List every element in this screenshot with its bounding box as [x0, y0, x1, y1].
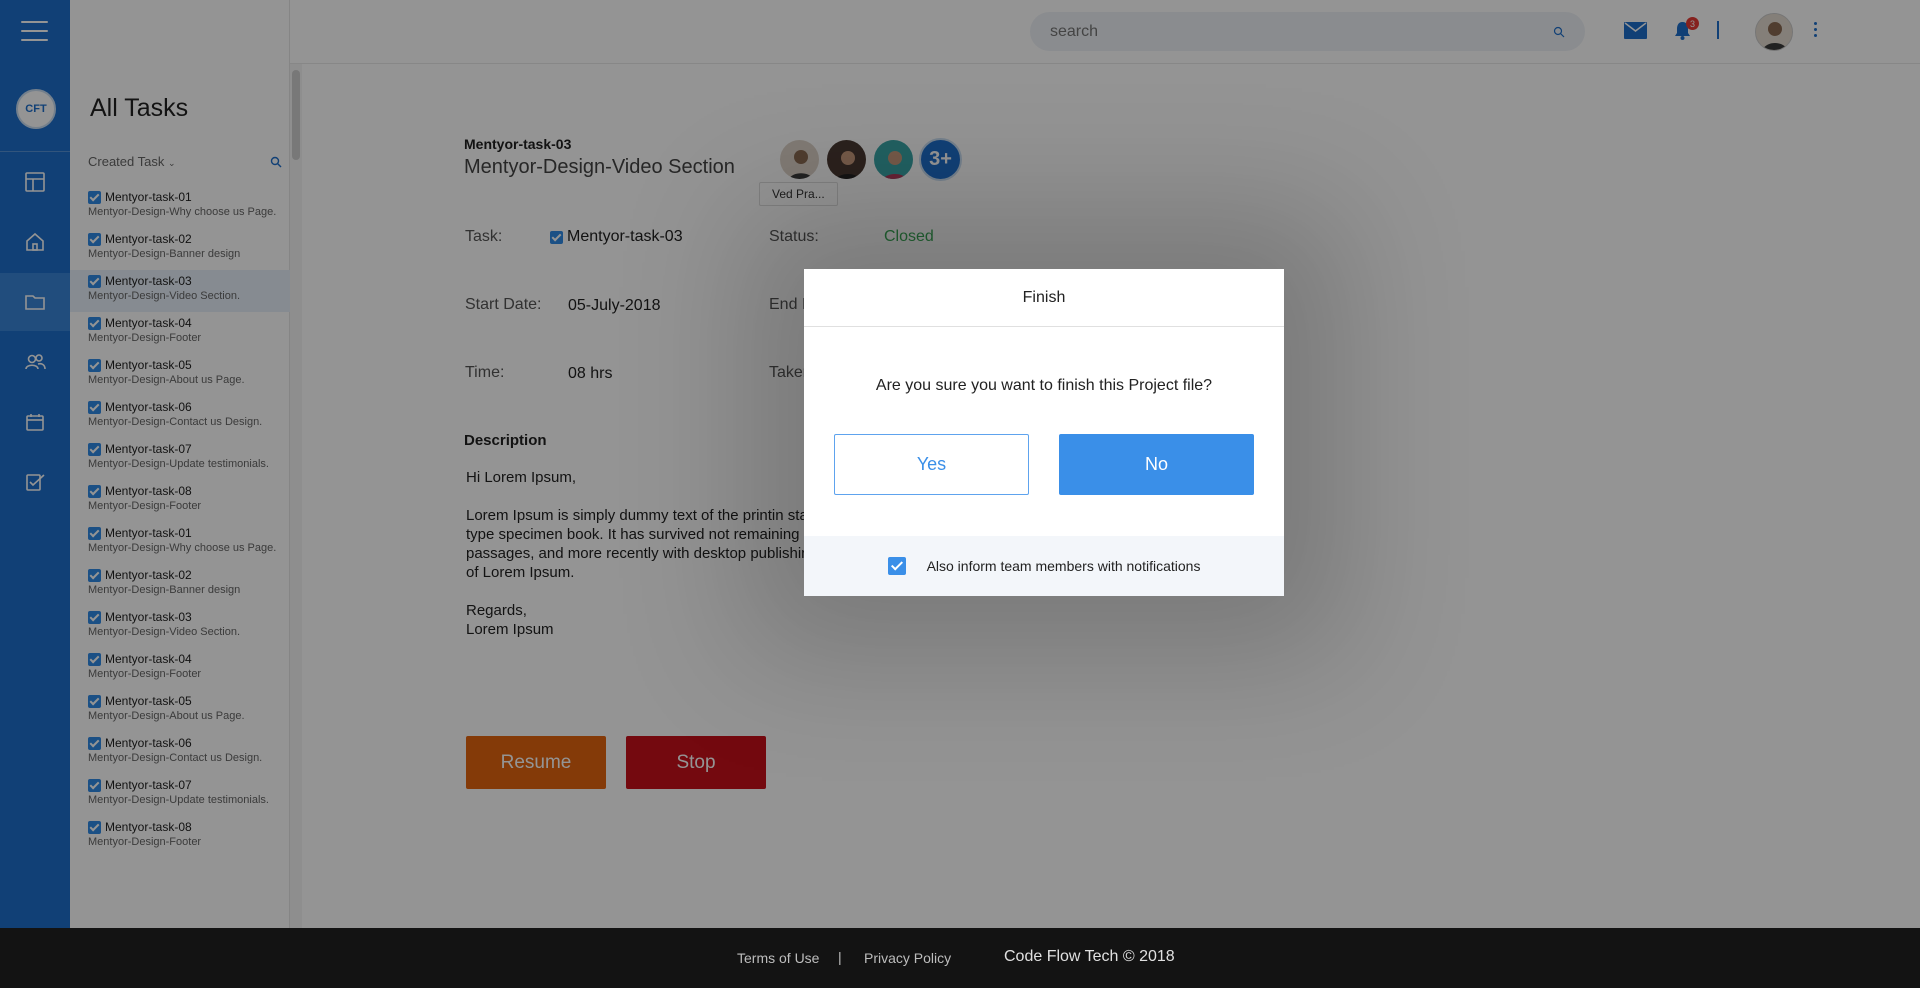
privacy-link[interactable]: Privacy Policy [864, 950, 951, 966]
no-button[interactable]: No [1059, 434, 1254, 495]
dialog-message: Are you sure you want to finish this Pro… [875, 377, 1213, 394]
yes-button[interactable]: Yes [834, 434, 1029, 495]
notify-team-checkbox[interactable] [887, 557, 906, 575]
notify-team-label: Also inform team members with notificati… [926, 558, 1201, 574]
finish-dialog: Finish Are you sure you want to finish t… [804, 269, 1284, 596]
footer: Terms of Use | Privacy Policy Code Flow … [0, 928, 1920, 988]
footer-brand: Code Flow Tech © 2018 [1004, 948, 1175, 965]
footer-separator: | [838, 949, 842, 965]
terms-link[interactable]: Terms of Use [737, 950, 819, 966]
dialog-footer: Also inform team members with notificati… [804, 536, 1284, 596]
dialog-title: Finish [804, 269, 1284, 327]
